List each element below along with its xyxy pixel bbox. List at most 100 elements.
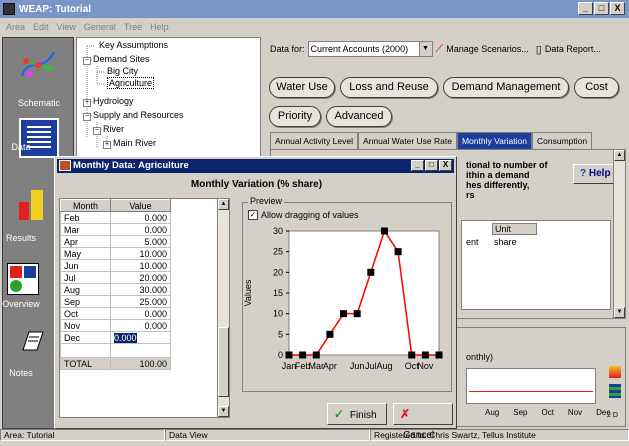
menu-tree[interactable]: Tree [120,22,146,32]
maximize-button[interactable]: □ [594,2,609,15]
menu-general[interactable]: General [80,22,120,32]
tab-consumption[interactable]: Consumption [532,132,593,149]
view-label-results[interactable]: Results [0,233,57,243]
status-area: Area: Tutorial [0,429,165,441]
preview-label: Preview [248,196,285,206]
table-row[interactable]: Jul 20.000 [60,271,171,284]
dialog-title: Monthly Data: Agriculture [73,160,189,171]
data-report-button[interactable]: Data Report... [545,44,601,54]
tree-node-agriculture[interactable]: Agriculture [107,77,155,89]
results-icon[interactable] [19,190,47,220]
scroll-up-icon[interactable]: ▲ [614,150,625,161]
help-text: tional to number of ithin a demand hes dif… [466,160,548,200]
table-row[interactable]: Aug 30.000 [60,283,171,296]
data-for-row: Data for: Current Accounts (2000) ▼ ⟋ Man… [270,41,601,57]
col-value-header: Value [110,199,171,212]
dialog-minimize-button[interactable]: _ [411,160,424,171]
minimize-button[interactable]: _ [578,2,593,15]
value-edit-field[interactable]: 0.000 [114,332,137,343]
monthly-values-grid[interactable]: Month Value Feb 0.000 Mar 0.000 Apr 5.000 Ma… [59,198,230,418]
data-point [408,351,416,359]
chart-options-icon[interactable] [609,384,621,398]
menu-area[interactable]: Area [2,22,29,32]
help-button[interactable]: ? Help [573,164,618,184]
table-row[interactable]: Jun 10.000 [60,259,171,272]
cancel-icon: ✗ [400,407,411,421]
cancel-button[interactable]: ✗ Cancel [393,403,453,441]
category-cost[interactable]: Cost [574,77,619,98]
tree-node-demand-sites[interactable]: − Demand Sites [83,54,150,65]
manage-scenarios-button[interactable]: Manage Scenarios... [446,44,529,54]
table-row[interactable]: Sep 25.000 [60,295,171,308]
col-month-header: Month [60,199,111,212]
unit-col0: ent [466,237,479,247]
close-button[interactable]: X [610,2,625,15]
dialog-heading: Monthly Variation (% share) [190,179,323,190]
y-tick-label: 10 [273,309,283,319]
tree-node-supply-resources[interactable]: − Supply and Resources [83,110,184,121]
table-row[interactable]: Feb 0.000 [60,211,171,224]
checkmark-icon[interactable]: ✓ [248,210,258,220]
y-tick-label: 15 [273,288,283,298]
monthly-variation-chart[interactable]: 051015202530ValuesJanFebMarApr Jun Jul Aug O… [241,225,453,390]
data-point [421,351,429,359]
category-demand-management[interactable]: Demand Management [443,77,569,98]
category-water-use[interactable]: Water Use [269,77,335,98]
menu-help[interactable]: Help [146,22,173,32]
tab-annual-activity[interactable]: Annual Activity Level [270,132,358,149]
x-tick-label: Nov [417,361,434,371]
title-bar: WEAP: Tutorial _ □ X [0,0,629,18]
category-loss-reuse[interactable]: Loss and Reuse [340,77,438,98]
bg-chart-label: onthly) [466,352,494,362]
schematic-icon[interactable] [18,46,58,86]
grid-scrollbar[interactable]: ▲ ▼ [217,199,229,417]
category-priority[interactable]: Priority [269,106,321,127]
tree-node-hydrology[interactable]: + Hydrology [83,96,134,107]
data-icon[interactable] [19,118,59,158]
table-row[interactable]: May 10.000 [60,247,171,260]
dialog-close-button[interactable]: X [439,160,452,171]
data-tree[interactable]: Key Assumptions − Demand Sites Big City A… [76,37,261,157]
data-report-icon[interactable]: ▯ [536,43,542,56]
table-row-editing[interactable]: Dec 0.000 [60,331,171,344]
view-label-data[interactable]: Data [0,142,57,152]
monthly-data-dialog: Monthly Data: Agriculture _ □ X Monthly … [54,156,457,441]
grid-scroll-thumb[interactable] [218,327,229,397]
tab-annual-water-use[interactable]: Annual Water Use Rate [357,132,457,149]
category-advanced[interactable]: Advanced [326,106,392,127]
grid-scroll-down-icon[interactable]: ▼ [218,406,229,417]
tab-scrollbar[interactable]: ▲ ▼ [613,150,625,318]
grid-scroll-up-icon[interactable]: ▲ [218,199,229,210]
table-row[interactable]: Mar 0.000 [60,223,171,236]
data-point [353,310,361,318]
tree-node-big-city[interactable]: Big City [107,66,138,76]
manage-scenarios-icon[interactable]: ⟋ [436,43,444,56]
scenario-select[interactable]: Current Accounts (2000) ▼ [307,41,433,57]
tab-monthly-variation[interactable]: Monthly Variation [456,132,532,149]
chart-type-icon[interactable] [609,366,621,378]
data-point [299,351,307,359]
view-label-overview[interactable]: Overview [0,299,57,309]
scroll-down-icon[interactable]: ▼ [614,307,625,318]
table-row[interactable]: Nov 0.000 [60,319,171,332]
table-row[interactable]: Oct 0.000 [60,307,171,320]
finish-button[interactable]: ✓ Finish [327,403,387,425]
tree-node-river[interactable]: − River [93,124,124,135]
unit-grid[interactable]: Unit ent share [461,220,611,310]
menu-view[interactable]: View [53,22,80,32]
variable-tabs: Annual Activity Level Annual Water Use R… [270,132,593,149]
tree-node-key-assumptions[interactable]: Key Assumptions [99,40,168,50]
x-tick-label: Apr [323,361,337,371]
view-label-schematic[interactable]: Schematic [3,98,75,108]
tree-node-main-river[interactable]: + Main River [103,138,156,149]
overview-icon[interactable] [7,263,39,295]
chevron-down-icon[interactable]: ▼ [418,42,432,56]
data-point [285,351,293,359]
y-tick-label: 25 [273,247,283,257]
notes-icon[interactable] [19,328,47,356]
table-row[interactable]: Apr 5.000 [60,235,171,248]
view-label-notes[interactable]: Notes [0,368,57,378]
dialog-maximize-button[interactable]: □ [425,160,438,171]
menu-edit[interactable]: Edit [29,22,53,32]
allow-dragging-checkbox[interactable]: ✓ Allow dragging of values [248,210,359,220]
